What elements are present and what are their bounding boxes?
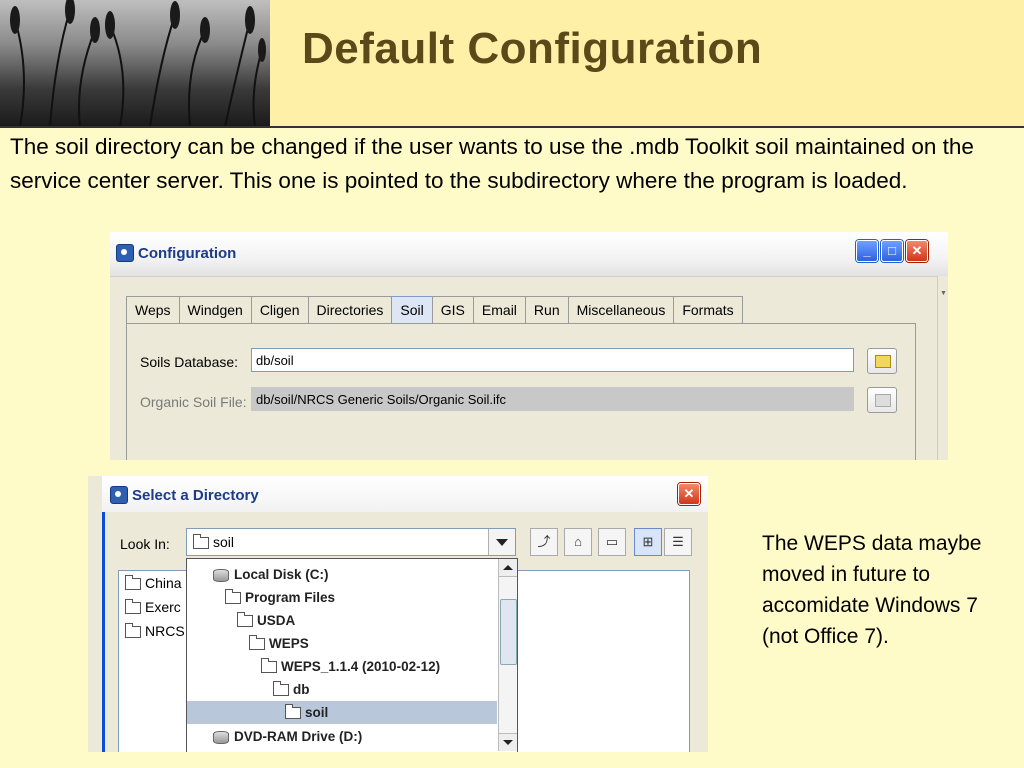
organic-soil-file-label: Organic Soil File:: [140, 394, 247, 410]
dropdown-item-label: soil: [305, 705, 329, 720]
folder-icon: [225, 589, 241, 605]
tab-email[interactable]: Email: [472, 296, 526, 323]
slide-body: The soil directory can be changed if the…: [10, 134, 974, 193]
folder-icon: [285, 704, 301, 720]
list-view-button[interactable]: ⊞: [634, 528, 662, 556]
list-item[interactable]: Exerc: [125, 599, 181, 615]
look-in-dropdown: Local Disk (C:) Program Files USDA WEPS …: [186, 558, 518, 752]
dropdown-item-label: DVD-RAM Drive (D:): [234, 729, 363, 744]
configuration-title: Configuration: [138, 245, 237, 262]
tab-run[interactable]: Run: [524, 296, 569, 323]
configuration-titlebar: Configuration _ □ ✕: [110, 232, 948, 277]
folder-icon: [237, 612, 253, 628]
folder-icon: [125, 623, 141, 639]
soils-database-browse-button[interactable]: [867, 348, 897, 374]
chevron-down-icon[interactable]: [488, 529, 515, 555]
details-view-button[interactable]: ☰: [664, 528, 692, 556]
dropdown-item[interactable]: db: [273, 678, 310, 701]
soils-database-field[interactable]: db/soil: [251, 348, 854, 372]
select-directory-titlebar: Select a Directory ✕: [102, 476, 708, 512]
tab-miscellaneous[interactable]: Miscellaneous: [567, 296, 675, 323]
organic-soil-browse-button: [867, 387, 897, 413]
home-button[interactable]: ⌂: [564, 528, 592, 556]
java-app-icon: [116, 244, 134, 262]
dropdown-item[interactable]: WEPS_1.1.4 (2010-02-12): [261, 655, 440, 678]
dropdown-item-selected[interactable]: soil: [187, 701, 497, 724]
list-item[interactable]: China: [125, 575, 182, 591]
maximize-button[interactable]: □: [881, 240, 903, 262]
folder-icon: [875, 394, 891, 407]
scrollbar[interactable]: ▼: [937, 276, 948, 460]
minimize-button[interactable]: _: [856, 240, 878, 262]
folder-icon: [193, 534, 209, 549]
side-note: The WEPS data maybe moved in future to a…: [762, 532, 982, 648]
dropdown-item-label: Program Files: [245, 590, 336, 605]
tab-weps[interactable]: Weps: [126, 296, 180, 323]
dropdown-item[interactable]: WEPS: [249, 632, 309, 655]
dropdown-item-label: db: [293, 682, 310, 697]
dropdown-item-label: USDA: [257, 613, 296, 628]
folder-icon: [125, 599, 141, 615]
close-button[interactable]: ✕: [906, 240, 928, 262]
tab-directories[interactable]: Directories: [307, 296, 393, 323]
look-in-value: soil: [213, 534, 235, 550]
look-in-combo[interactable]: soil: [186, 528, 516, 556]
select-directory-title: Select a Directory: [132, 487, 259, 504]
folder-icon: [273, 681, 289, 697]
java-app-icon: [110, 486, 128, 504]
folder-icon: [261, 658, 277, 674]
dropdown-item-label: WEPS: [269, 636, 309, 651]
tab-formats[interactable]: Formats: [673, 296, 743, 323]
tab-windgen[interactable]: Windgen: [178, 296, 252, 323]
folder-icon: [125, 575, 141, 591]
tab-soil[interactable]: Soil: [391, 296, 433, 324]
list-item-label: China: [145, 575, 182, 591]
title-divider: [0, 126, 1024, 128]
dropdown-item[interactable]: Program Files: [225, 586, 335, 609]
scroll-up-icon[interactable]: [499, 559, 517, 577]
organic-soil-file-field: db/soil/NRCS Generic Soils/Organic Soil.…: [251, 387, 854, 411]
look-in-label: Look In:: [120, 536, 170, 552]
soil-tab-panel: Soils Database: db/soil Organic Soil Fil…: [126, 323, 916, 460]
tab-gis[interactable]: GIS: [431, 296, 474, 323]
tab-cligen[interactable]: Cligen: [250, 296, 309, 323]
list-item-label: Exerc: [145, 599, 181, 615]
dropdown-item-label: Local Disk (C:): [234, 567, 329, 582]
configuration-window: Configuration _ □ ✕ Weps Windgen Cligen …: [110, 232, 948, 460]
dropdown-scrollbar[interactable]: [498, 559, 517, 751]
scroll-thumb[interactable]: [500, 599, 517, 665]
close-button[interactable]: ✕: [678, 483, 700, 505]
select-directory-window: Select a Directory ✕ Look In: soil ⤴ ⌂ ▭…: [88, 476, 708, 752]
list-item[interactable]: NRCS: [125, 623, 185, 639]
list-item-label: NRCS: [145, 623, 185, 639]
dropdown-item-label: WEPS_1.1.4 (2010-02-12): [281, 659, 441, 674]
folder-icon: [249, 635, 265, 651]
folder-icon: [875, 355, 891, 368]
config-tabs: Weps Windgen Cligen Directories Soil GIS…: [126, 296, 743, 324]
soils-database-label: Soils Database:: [140, 354, 239, 370]
scroll-down-icon[interactable]: [499, 733, 517, 751]
disk-icon: [213, 730, 229, 744]
dropdown-item[interactable]: USDA: [237, 609, 295, 632]
up-one-level-button[interactable]: ⤴: [530, 528, 558, 556]
dropdown-item[interactable]: DVD-RAM Drive (D:): [213, 725, 362, 748]
disk-icon: [213, 568, 229, 582]
slide-title: Default Configuration: [302, 24, 763, 73]
new-folder-button[interactable]: ▭: [598, 528, 626, 556]
dropdown-item[interactable]: Local Disk (C:): [213, 563, 329, 586]
wheat-photo: [0, 0, 270, 127]
